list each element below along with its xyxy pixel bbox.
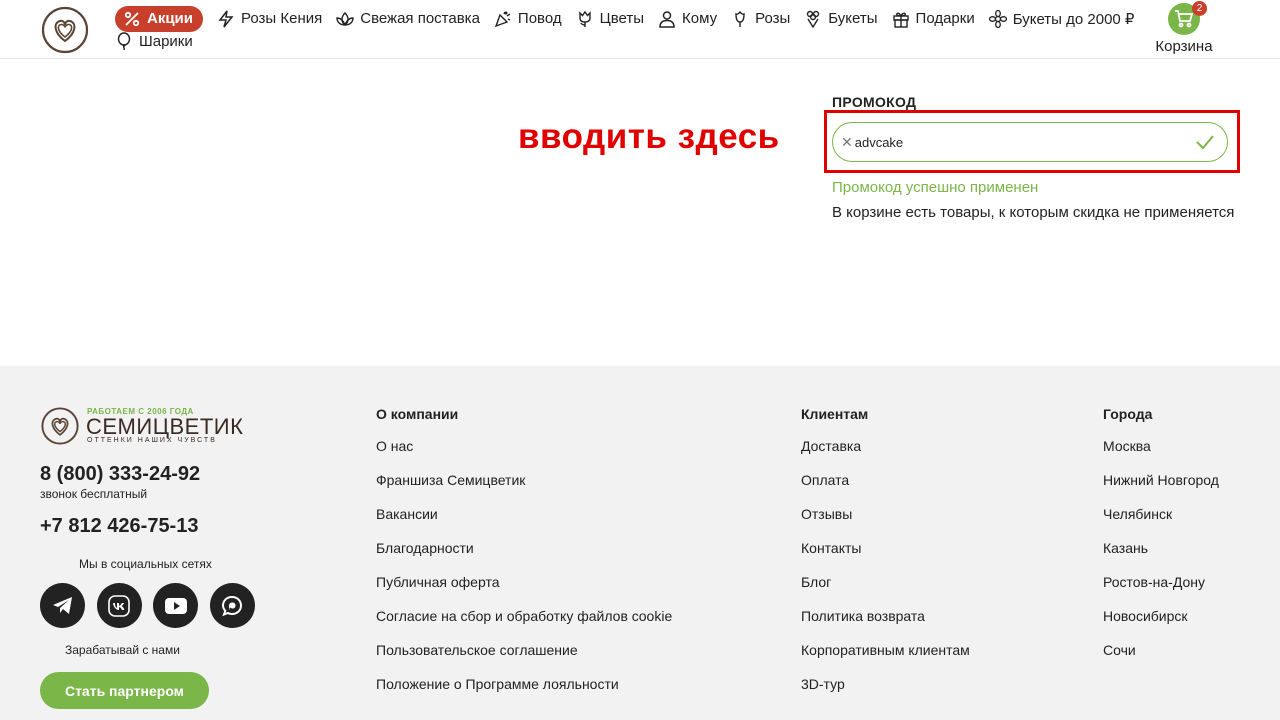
nav-item-budget-bouquets[interactable]: Букеты до 2000 ₽ [988,9,1135,28]
site-header: Акции Розы Кения Свежая поставка Повод Ц… [0,0,1280,59]
footer-link[interactable]: Положение о Программе лояльности [376,676,672,710]
footer-column-title: Клиентам [801,406,869,422]
footer-link[interactable]: Пользовательское соглашение [376,642,672,676]
footer-link[interactable]: Вакансии [376,506,672,540]
nav-item-bouquets[interactable]: Букеты [804,10,878,28]
promo-title: ПРОМОКОД [832,94,917,110]
footer-link[interactable]: Новосибирск [1103,608,1219,642]
logo-icon [41,407,79,445]
nav-item-label: Акции [147,10,194,27]
vk-icon [108,594,130,617]
telegram-icon [52,596,72,614]
footer-link[interactable]: Франшиза Семицветик [376,472,672,506]
balloon-icon [117,32,131,50]
footer-link[interactable]: Казань [1103,540,1219,574]
main-nav: Акции Розы Кения Свежая поставка Повод Ц… [115,4,1145,53]
nav-item-kenya-roses[interactable]: Розы Кения [217,10,322,28]
footer-link[interactable]: Сочи [1103,642,1219,676]
footer-column-cities: Города Москва Нижний Новгород Челябинск … [1103,406,1219,676]
nav-item-label: Букеты до 2000 ₽ [1012,10,1135,28]
footer-column-title: Города [1103,406,1153,422]
footer-link[interactable]: Отзывы [801,506,970,540]
chat-icon [221,595,243,616]
telegram-link[interactable] [40,583,85,628]
promo-input[interactable] [854,134,1175,150]
party-popper-icon [494,11,511,27]
gift-icon [892,12,909,28]
nav-row-secondary: Шарики [115,29,1145,53]
nav-item-roses[interactable]: Розы [731,10,790,28]
nav-item-label: Букеты [828,10,878,27]
nav-item-flowers[interactable]: Цветы [576,10,644,28]
logo-icon [41,6,89,54]
footer-link[interactable]: Ростов-на-Дону [1103,574,1219,608]
cart-count-badge: 2 [1192,1,1207,16]
become-partner-button[interactable]: Стать партнером [40,672,209,709]
site-footer: РАБОТАЕМ С 2006 ГОДА СЕМИЦВЕТИК ОТТЕНКИ … [0,366,1280,720]
footer-link[interactable]: Публичная оферта [376,574,672,608]
promo-note: В корзине есть товары, к которым скидка … [832,204,1235,221]
footer-link[interactable]: 3D-тур [801,676,970,710]
clear-icon[interactable]: ✕ [841,134,853,151]
flower-icon [988,9,1007,28]
nav-item-label: Розы Кения [241,10,323,27]
youtube-icon [164,597,187,614]
cart-button[interactable]: 2 Корзина [1152,1,1216,55]
footer-column-title: О компании [376,406,459,422]
nav-item-gifts[interactable]: Подарки [892,10,975,28]
footer-link[interactable]: Согласие на сбор и обработку файлов cook… [376,608,672,642]
footer-link[interactable]: Блог [801,574,970,608]
earn-label: Зарабатывай с нами [65,643,180,657]
tulip-icon [578,10,591,27]
social-label: Мы в социальных сетях [79,557,212,571]
phone-toll-free-note: звонок бесплатный [40,487,148,501]
phone-toll-free[interactable]: 8 (800) 333-24-92 [40,463,200,486]
footer-column-clients: Клиентам Доставка Оплата Отзывы Контакты… [801,406,970,710]
footer-link[interactable]: Доставка [801,438,970,472]
footer-link[interactable]: Оплата [801,472,970,506]
cart-icon [1175,10,1194,28]
promo-success-message: Промокод успешно применен [832,179,1039,196]
vk-link[interactable] [96,583,142,628]
nav-item-promo[interactable]: Акции [115,5,204,32]
promo-field: ✕ [832,122,1228,162]
nav-item-label: Розы [755,10,791,27]
footer-link[interactable]: Контакты [801,540,970,574]
lightning-icon [218,10,234,27]
percent-icon [124,11,140,26]
nav-item-label: Свежая поставка [360,10,480,27]
chat-link[interactable] [209,583,255,628]
rose-icon [735,10,745,27]
nav-item-recipient[interactable]: Кому [658,10,717,28]
footer-link[interactable]: О нас [376,438,672,472]
footer-column-company: О компании О нас Франшиза Семицветик Вак… [376,406,672,710]
bouquet-icon [807,10,820,28]
footer-link[interactable]: Москва [1103,438,1219,472]
nav-item-fresh-delivery[interactable]: Свежая поставка [336,10,480,28]
footer-logo[interactable]: РАБОТАЕМ С 2006 ГОДА СЕМИЦВЕТИК ОТТЕНКИ … [40,406,243,450]
nav-item-label: Цветы [599,10,645,27]
nav-item-label: Повод [517,10,562,27]
check-icon [1196,135,1214,150]
footer-link[interactable]: Благодарности [376,540,672,574]
cart-label: Корзина [1155,38,1213,55]
footer-link[interactable]: Нижний Новгород [1103,472,1219,506]
nav-item-label: Подарки [915,10,975,27]
nav-item-occasion[interactable]: Повод [494,10,562,28]
lotus-icon [336,11,354,26]
social-links [40,583,266,628]
cart-icon-wrap: 2 [1168,1,1207,35]
footer-link[interactable]: Корпоративным клиентам [801,642,970,676]
nav-item-balloons[interactable]: Шарики [115,32,193,50]
footer-link[interactable]: Политика возврата [801,608,970,642]
youtube-link[interactable] [153,583,198,628]
nav-item-label: Шарики [139,32,193,50]
annotation-text: вводить здесь [518,117,780,156]
phone-spb[interactable]: +7 812 426-75-13 [40,515,198,538]
person-icon [659,10,675,28]
logo[interactable] [40,5,90,55]
nav-item-label: Кому [682,10,718,27]
footer-link[interactable]: Челябинск [1103,506,1219,540]
logo-subtitle: ОТТЕНКИ НАШИХ ЧУВСТВ [87,437,217,444]
